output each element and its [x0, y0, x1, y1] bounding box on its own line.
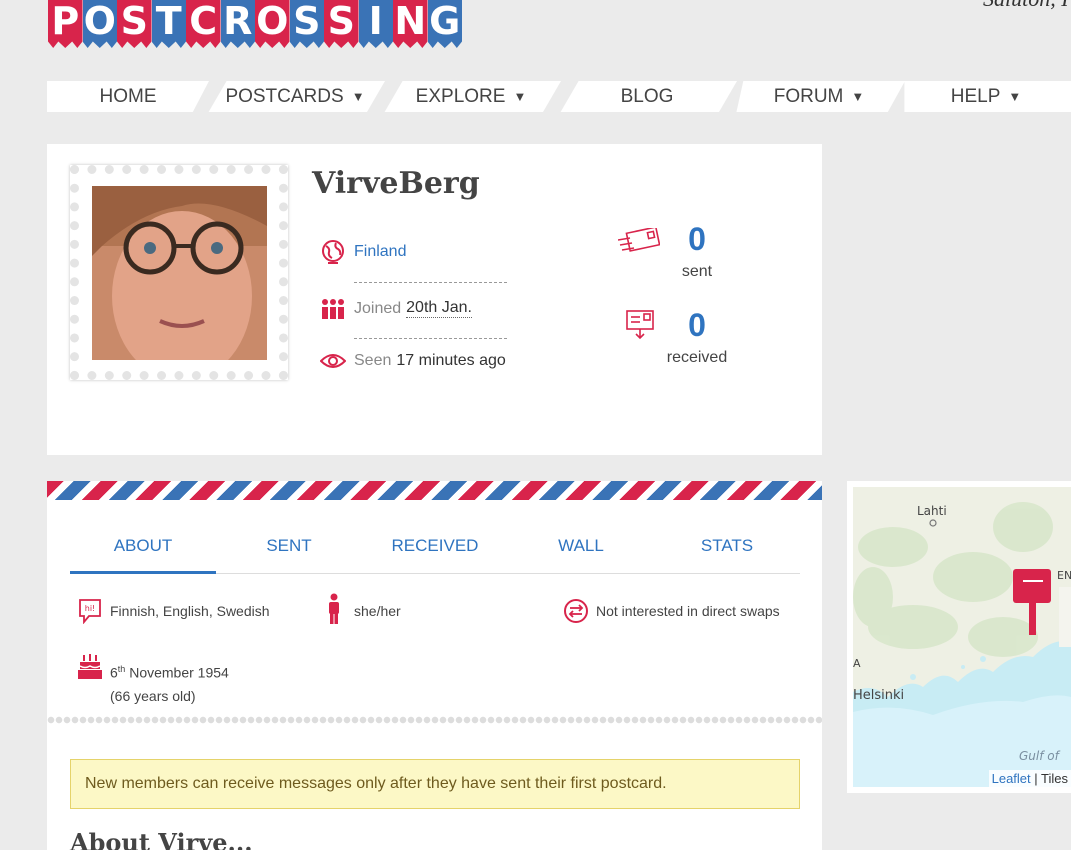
tab-wall[interactable]: WALL	[508, 533, 654, 573]
joined-label: Joined	[354, 299, 402, 317]
notice-message: New members can receive messages only af…	[70, 759, 800, 809]
divider	[354, 338, 507, 339]
logo-letter: S	[324, 0, 359, 48]
received-count[interactable]: 0	[657, 307, 737, 344]
country-row: Finland	[319, 238, 406, 265]
logo-letter: P	[48, 0, 83, 48]
nav-home[interactable]: HOME	[47, 81, 209, 112]
languages-fact: hi! Finnish, English, Swedish	[76, 597, 270, 625]
logo-letter: G	[427, 0, 462, 48]
svg-text:hi!: hi!	[85, 604, 96, 613]
country-link[interactable]: Finland	[354, 243, 406, 261]
logo-letter: C	[186, 0, 221, 48]
eye-icon	[319, 347, 346, 374]
logo-letter: N	[393, 0, 428, 48]
speech-bubble-icon: hi!	[76, 597, 104, 625]
chevron-down-icon: ▼	[513, 89, 527, 104]
profile-username: VirveBerg	[312, 166, 480, 201]
divider	[354, 282, 507, 283]
chevron-down-icon: ▼	[851, 89, 865, 104]
tab-sent[interactable]: SENT	[216, 533, 362, 573]
dotted-divider	[47, 716, 822, 724]
languages-text: Finnish, English, Swedish	[110, 603, 270, 619]
nav-home-label: HOME	[99, 85, 157, 107]
nav-forum-label: FORUM	[773, 85, 844, 107]
swaps-fact: Not interested in direct swaps	[562, 597, 780, 625]
nav-forum[interactable]: FORUM ▼	[733, 81, 905, 112]
nav-help-label: HELP	[950, 85, 1001, 107]
birthday-fact: 6th November 1954 (66 years old)	[76, 653, 229, 708]
main-nav: HOME POSTCARDS ▼ EXPLORE ▼ BLOG FORUM ▼ …	[47, 81, 1071, 112]
logo-letter: I	[358, 0, 393, 48]
logo-letter: R	[220, 0, 255, 48]
map-label-edge-right: EN	[1057, 569, 1071, 582]
birthday-suffix: th	[117, 664, 126, 674]
joined-row: Joined 20th Jan.	[319, 295, 472, 322]
about-heading: About Virve...	[70, 828, 253, 850]
logo-letter: O	[255, 0, 290, 48]
person-icon	[320, 593, 348, 624]
map-label-edge: A	[853, 657, 861, 670]
attribution-tiles: | Tiles	[1034, 771, 1068, 786]
nav-explore-label: EXPLORE	[415, 85, 506, 107]
leaflet-link[interactable]: Leaflet	[992, 771, 1031, 786]
pronouns-fact: she/her	[320, 593, 401, 624]
sent-count[interactable]: 0	[657, 221, 737, 258]
swaps-text: Not interested in direct swaps	[596, 603, 780, 619]
map-canvas[interactable]: Lahti Helsinki Gulf of A EN Leaflet | Ti…	[853, 487, 1071, 787]
map-attribution: Leaflet | Tiles	[988, 770, 1071, 787]
chevron-down-icon: ▼	[1008, 89, 1022, 104]
logo-letter: O	[82, 0, 117, 48]
logo-letter: S	[117, 0, 152, 48]
tab-stats[interactable]: STATS	[654, 533, 800, 573]
age-text: (66 years old)	[110, 687, 196, 704]
tab-about[interactable]: ABOUT	[70, 533, 216, 574]
birthday-month-year: November 1954	[129, 664, 229, 681]
nav-postcards[interactable]: POSTCARDS ▼	[205, 81, 385, 112]
globe-icon	[319, 238, 346, 265]
map-tiles	[853, 487, 1071, 787]
nav-postcards-label: POSTCARDS	[225, 85, 344, 107]
birthday-date: 6th November 1954	[110, 658, 229, 685]
received-postcard-icon	[626, 310, 654, 345]
swap-icon	[562, 597, 590, 625]
logo-letter: T	[151, 0, 186, 48]
nav-explore[interactable]: EXPLORE ▼	[381, 81, 561, 112]
nav-blog[interactable]: BLOG	[557, 81, 737, 112]
location-map[interactable]: Lahti Helsinki Gulf of A EN Leaflet | Ti…	[847, 481, 1071, 793]
greeting-text: Saluton, I	[983, 0, 1069, 12]
seen-row: Seen 17 minutes ago	[319, 347, 506, 374]
logo-letter: S	[289, 0, 324, 48]
seen-value: 17 minutes ago	[396, 351, 506, 369]
nav-help[interactable]: HELP ▼	[901, 81, 1071, 112]
map-label-helsinki: Helsinki	[853, 688, 905, 703]
pronouns-text: she/her	[354, 603, 401, 619]
nav-blog-label: BLOG	[620, 85, 674, 107]
cake-icon	[76, 653, 104, 681]
postcrossing-logo[interactable]: POSTCROSSING	[48, 0, 462, 48]
seen-label: Seen	[354, 351, 392, 369]
people-icon	[319, 295, 346, 322]
received-label: received	[666, 349, 728, 366]
sent-label: sent	[681, 263, 713, 280]
avatar[interactable]	[92, 186, 267, 360]
chevron-down-icon: ▼	[351, 89, 365, 104]
profile-tabs: ABOUT SENT RECEIVED WALL STATS	[70, 533, 800, 574]
joined-date: 20th Jan.	[406, 299, 472, 318]
map-label-lahti: Lahti	[917, 504, 947, 518]
birthday-day: 6	[110, 664, 118, 681]
map-label-gulf: Gulf of	[1019, 749, 1059, 763]
sent-postcard-icon	[617, 226, 661, 257]
tab-received[interactable]: RECEIVED	[362, 533, 508, 573]
airmail-stripe	[47, 481, 822, 500]
